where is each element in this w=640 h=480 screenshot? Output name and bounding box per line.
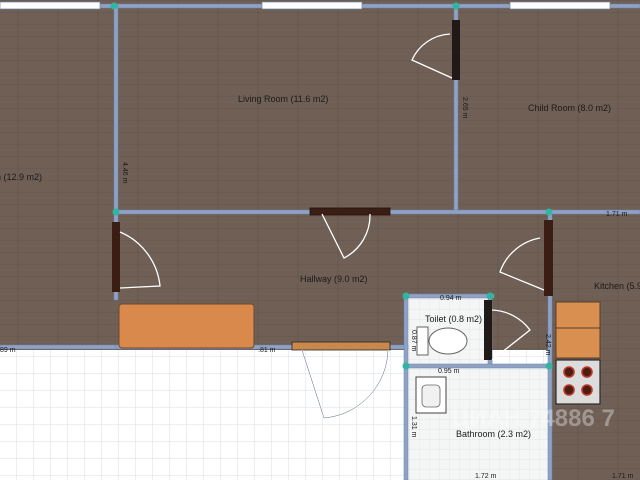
bath-sink <box>415 376 447 414</box>
dim-bath-width: 0.95 m <box>438 368 460 375</box>
kitchen-counter <box>555 301 601 359</box>
living-room-floor <box>116 0 456 212</box>
dim-kitchen-wall: 2.42 m <box>544 334 551 356</box>
floor-plan: n (12.9 m2) Living Room (11.6 m2) Child … <box>0 0 640 480</box>
living-room-label: Living Room (11.6 m2) <box>238 94 328 104</box>
hall-wardrobe <box>118 303 255 349</box>
dim-bath-height: 1.31 m <box>410 416 417 438</box>
wall-bottom-left <box>0 344 117 350</box>
window-child <box>509 1 611 10</box>
dim-toilet-width: 0.94 m <box>440 295 462 302</box>
toilet-fixture <box>416 326 468 356</box>
wall-toilet-bath <box>403 363 553 369</box>
dim-bottom-mid: 1.72 m <box>475 473 497 480</box>
hallway-label: Hallway (9.0 m2) <box>300 274 368 284</box>
left-room-label: n (12.9 m2) <box>0 172 42 182</box>
dim-toilet-height: 0.87 m <box>410 330 417 352</box>
watermark: ЦИАН 74886 7 <box>452 405 615 432</box>
window-living <box>261 1 363 10</box>
kitchen-label: Kitchen (5.9 <box>594 281 640 291</box>
windows <box>0 1 611 10</box>
dim-hall-cut: .81 m <box>258 347 276 354</box>
dim-child-wall: 2.65 m <box>461 97 468 119</box>
dim-living-height: 4.46 m <box>121 162 128 184</box>
child-room-label: Child Room (8.0 m2) <box>528 103 611 113</box>
dim-left-cut: 89 m <box>0 347 16 354</box>
stove <box>555 359 601 405</box>
wall-toilet-left <box>403 293 409 480</box>
dim-hall-top-right: 1.71 m <box>606 211 628 218</box>
window-left <box>0 1 101 10</box>
dim-bottom-right: 1.71 m <box>612 473 634 480</box>
toilet-label: Toilet (0.8 m2) <box>425 314 482 324</box>
